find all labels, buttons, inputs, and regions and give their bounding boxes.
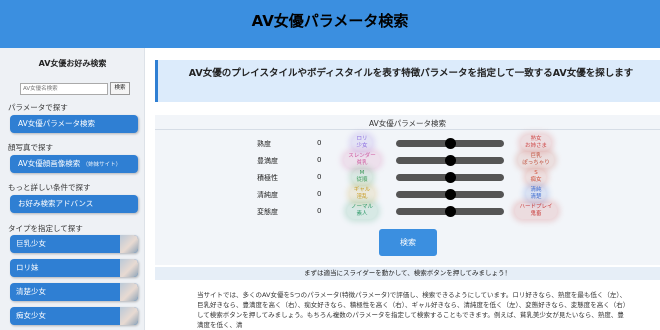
param-left-tag: M 従順 xyxy=(340,169,384,185)
face-search-nav-label: AV女優顔画像検索 xyxy=(18,159,81,168)
param-right-tag: 清純 清楚 xyxy=(510,186,562,202)
parameter-search-panel: AV女優パラメータ検索 熟度 0 ロリ 少女 熟女 お姉さま豊満度 0 スレンダー 貧乳 巨… xyxy=(155,115,660,265)
param-right-tag: ハードプレイ 鬼畜 xyxy=(510,203,562,219)
slider-handle[interactable] xyxy=(445,138,456,149)
param-label: 積極性 xyxy=(257,174,278,182)
type-label: 清楚少女 xyxy=(16,287,46,296)
param-label: 清純度 xyxy=(257,191,278,199)
section-label-detail: もっと詳しい条件で探す xyxy=(8,183,91,192)
face-search-nav-button[interactable]: AV女優顔画像検索 （姉妹サイト） xyxy=(10,155,138,173)
type-button-innocent-girl[interactable]: 清楚少女 xyxy=(10,283,138,301)
site-title[interactable]: AV女優パラメータ検索 xyxy=(0,10,660,31)
type-thumbnail xyxy=(120,283,138,301)
param-search-nav-button[interactable]: AV女優パラメータ検索 xyxy=(10,115,138,133)
param-slider[interactable] xyxy=(396,172,504,183)
param-left-tag: ノーマル 素人 xyxy=(340,203,384,219)
param-left-tag-label: ロリ 少女 xyxy=(352,135,372,151)
type-button-slut-girl[interactable]: 痴女少女 xyxy=(10,307,138,325)
param-right-tag-label: 巨乳 ぽっちゃり xyxy=(518,152,554,168)
section-label-param: パラメータで探す xyxy=(8,103,68,112)
param-row-purity: 清純度 0 ギャル 淫乱 清純 清楚 xyxy=(155,186,660,203)
param-value: 0 xyxy=(317,207,322,215)
param-slider[interactable] xyxy=(396,206,504,217)
param-left-tag: ロリ 少女 xyxy=(340,135,384,151)
panel-divider xyxy=(155,129,660,130)
param-slider[interactable] xyxy=(396,189,504,200)
param-right-tag-label: ハードプレイ 鬼畜 xyxy=(515,203,557,219)
param-slider[interactable] xyxy=(396,138,504,149)
param-row-perversion: 変態度 0 ノーマル 素人 ハードプレイ 鬼畜 xyxy=(155,203,660,220)
type-thumbnail xyxy=(120,235,138,253)
param-right-tag: S 痴女 xyxy=(510,169,562,185)
lead-text: AV女優のプレイスタイルやボディスタイルを表す特徴パラメータを指定して一致するA… xyxy=(188,68,634,79)
param-label: 変態度 xyxy=(257,208,278,216)
advanced-search-nav-button[interactable]: お好み検索アドバンス xyxy=(10,195,138,213)
param-value: 0 xyxy=(317,173,322,181)
hint-bar: まずは適当にスライダーを動かして、検索ボタンを押してみましょう！ xyxy=(155,267,660,280)
param-search-nav-label: AV女優パラメータ検索 xyxy=(18,119,96,128)
type-thumbnail xyxy=(120,307,138,325)
type-button-big-breast-girl[interactable]: 巨乳少女 xyxy=(10,235,138,253)
param-left-tag-label: ノーマル 素人 xyxy=(346,203,377,219)
param-right-tag-label: S 痴女 xyxy=(526,169,546,185)
param-right-tag-label: 熟女 お姉さま xyxy=(520,135,551,151)
param-row-voluptuousness: 豊満度 0 スレンダー 貧乳 巨乳 ぽっちゃり xyxy=(155,152,660,169)
param-left-tag-label: M 従順 xyxy=(352,169,372,185)
param-right-tag-label: 清純 清楚 xyxy=(526,186,546,202)
param-left-tag: スレンダー 貧乳 xyxy=(340,152,384,168)
param-row-maturity: 熟度 0 ロリ 少女 熟女 お姉さま xyxy=(155,135,660,152)
param-right-tag: 熟女 お姉さま xyxy=(510,135,562,151)
type-label: 痴女少女 xyxy=(16,311,46,320)
slider-handle[interactable] xyxy=(445,189,456,200)
panel-title: AV女優パラメータ検索 xyxy=(368,119,447,128)
sidebar: AV女優お好み検索 検索 パラメータで探す AV女優パラメータ検索 顔写真で探す… xyxy=(0,48,145,330)
param-row-aggressiveness: 積極性 0 M 従順 S 痴女 xyxy=(155,169,660,186)
param-left-tag-label: スレンダー 貧乳 xyxy=(344,152,380,168)
sidebar-title: AV女優お好み検索 xyxy=(38,59,107,68)
advanced-search-nav-label: お好み検索アドバンス xyxy=(18,199,94,208)
param-right-tag: 巨乳 ぽっちゃり xyxy=(510,152,562,168)
parameter-search-button[interactable]: 検索 xyxy=(379,229,437,256)
description-text: 当サイトでは、多くのAV女優を5つのパラメータ(特徴パラメータ)で評価し、検索で… xyxy=(197,291,627,329)
param-value: 0 xyxy=(317,190,322,198)
slider-handle[interactable] xyxy=(445,206,456,217)
section-label-type: タイプを指定して探す xyxy=(8,224,83,233)
param-value: 0 xyxy=(317,139,322,147)
sister-site-note: （姉妹サイト） xyxy=(82,162,122,168)
type-thumbnail xyxy=(120,259,138,277)
param-label: 豊満度 xyxy=(257,157,278,165)
name-search-button[interactable]: 検索 xyxy=(110,82,130,95)
param-left-tag: ギャル 淫乱 xyxy=(340,186,384,202)
lead-box: AV女優のプレイスタイルやボディスタイルを表す特徴パラメータを指定して一致するA… xyxy=(155,60,660,102)
actress-name-search-input[interactable] xyxy=(20,83,108,95)
param-slider[interactable] xyxy=(396,155,504,166)
slider-handle[interactable] xyxy=(445,155,456,166)
type-label: ロリ妹 xyxy=(16,263,39,272)
slider-handle[interactable] xyxy=(445,172,456,183)
type-button-loli-sister[interactable]: ロリ妹 xyxy=(10,259,138,277)
param-label: 熟度 xyxy=(257,140,271,148)
site-header: AV女優パラメータ検索 xyxy=(0,0,660,48)
param-value: 0 xyxy=(317,156,322,164)
param-left-tag-label: ギャル 淫乱 xyxy=(349,186,375,202)
type-label: 巨乳少女 xyxy=(16,239,46,248)
section-label-face: 顔写真で探す xyxy=(8,143,53,152)
